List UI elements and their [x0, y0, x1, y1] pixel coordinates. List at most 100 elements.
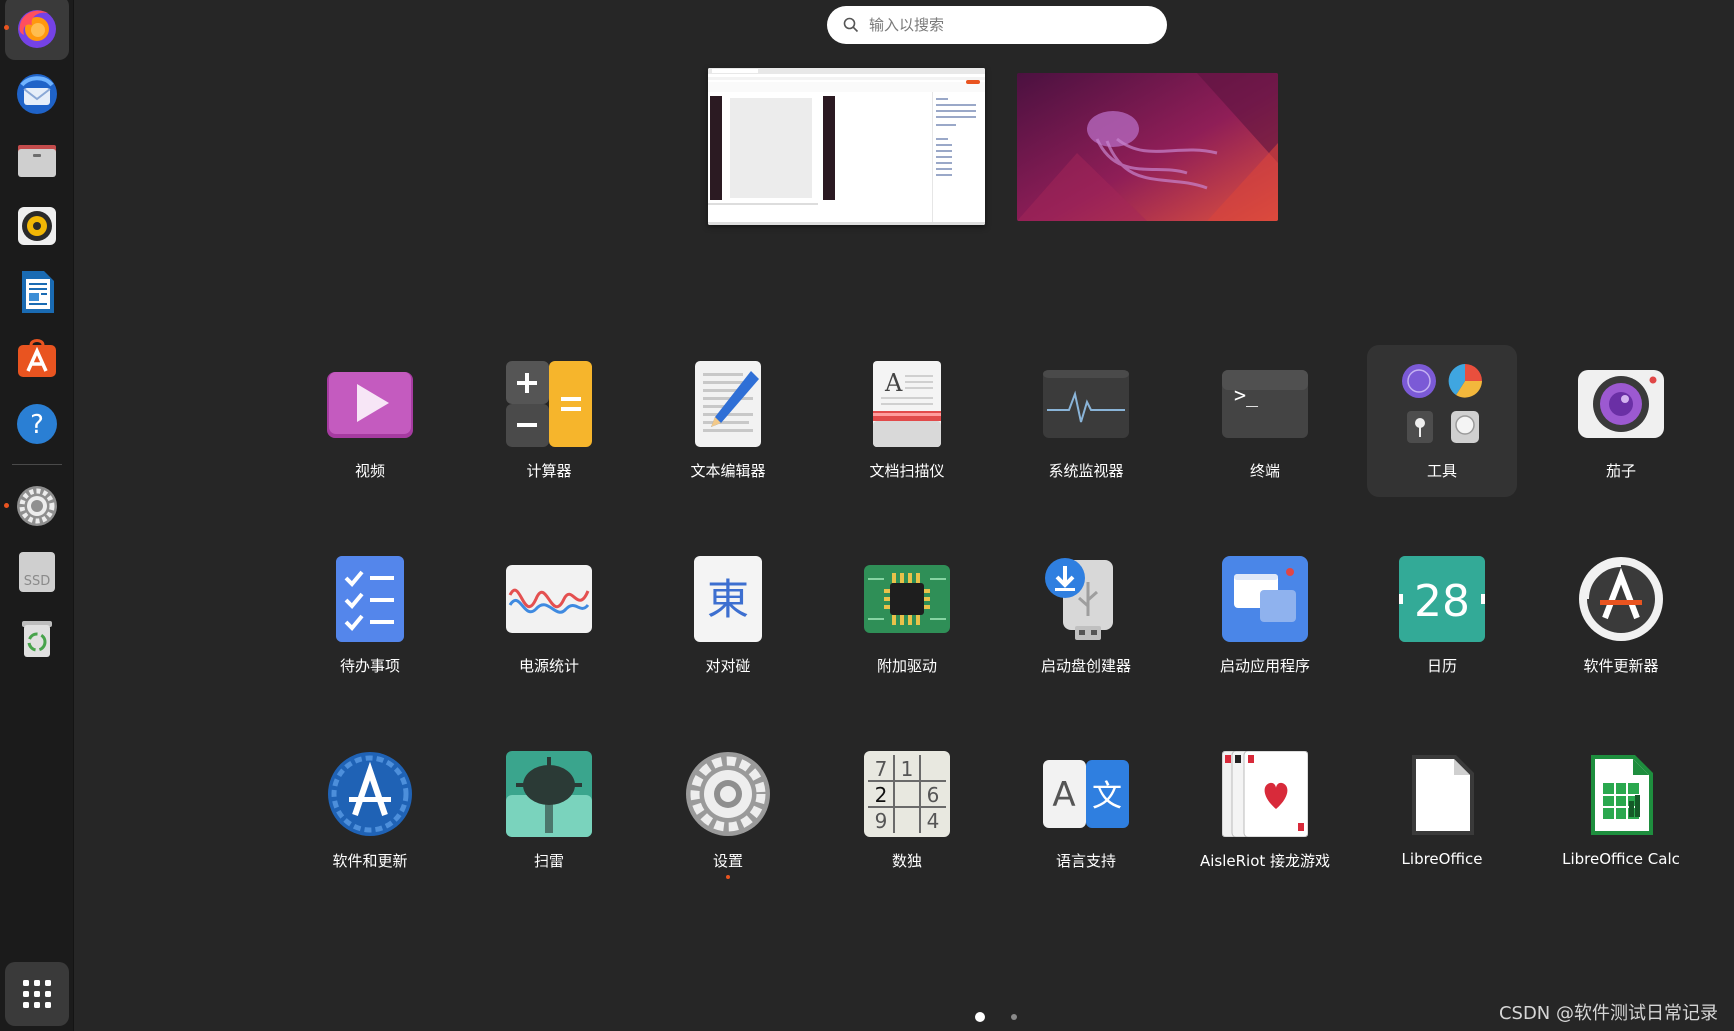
app-label: 工具 [1426, 462, 1457, 480]
search-input[interactable] [869, 16, 1149, 34]
page-indicator-2[interactable] [1011, 1014, 1017, 1020]
todo-checklist-icon [336, 556, 404, 642]
app-videos[interactable]: 视频 [295, 345, 445, 497]
app-label: 茄子 [1605, 462, 1636, 480]
aisleriot-cards-icon [1222, 751, 1308, 837]
svg-text:>_: >_ [1234, 383, 1259, 407]
app-label: 计算器 [526, 462, 572, 480]
dock-item-firefox[interactable] [4, 0, 69, 60]
app-mines[interactable]: 扫雷 [474, 735, 624, 887]
app-aisleriot[interactable]: AisleRiot 接龙游戏 [1190, 735, 1340, 887]
app-label: 文本编辑器 [690, 462, 766, 480]
dock-item-writer[interactable] [5, 260, 69, 324]
svg-text:A: A [1052, 775, 1075, 815]
browser-window-thumbnail [708, 68, 985, 225]
dock-item-rhythmbox[interactable] [5, 194, 69, 258]
software-updater-icon [1579, 557, 1663, 641]
dock-item-ssd[interactable]: SSD [5, 540, 69, 604]
app-label: 视频 [354, 462, 385, 480]
terminal-icon: >_ [1222, 370, 1308, 438]
app-calendar[interactable]: 28 日历 [1367, 540, 1517, 692]
app-folder-tools[interactable]: 工具 [1367, 345, 1517, 497]
app-label: 扫雷 [533, 852, 564, 870]
app-libreoffice[interactable]: LibreOffice [1367, 735, 1517, 887]
svg-text:6: 6 [927, 783, 940, 807]
app-label: 待办事项 [339, 657, 400, 675]
settings-gear-icon [17, 486, 57, 526]
app-label: LibreOffice Calc [1562, 850, 1680, 868]
svg-text:4: 4 [927, 809, 940, 833]
svg-text:7: 7 [875, 757, 888, 781]
wallpaper-jellyfish-thumbnail [1017, 73, 1278, 221]
libreoffice-calc-icon [1591, 755, 1653, 835]
app-label: 对对碰 [705, 657, 751, 675]
app-label: 系统监视器 [1048, 462, 1124, 480]
search-bar[interactable] [827, 6, 1167, 44]
watermark: CSDN @软件测试日常记录 [1498, 1003, 1718, 1024]
app-calculator[interactable]: 计算器 [474, 345, 624, 497]
app-language-support[interactable]: A 文 语言支持 [1011, 735, 1161, 887]
dock-item-trash[interactable] [5, 606, 69, 670]
system-monitor-icon [1043, 370, 1129, 438]
mines-icon [506, 751, 592, 837]
app-settings[interactable]: 设置 [653, 735, 803, 887]
app-system-monitor[interactable]: 系统监视器 [1011, 345, 1161, 497]
app-sudoku[interactable]: 7 1 2 6 9 4 数独 [832, 735, 982, 887]
dock: ? SSD [0, 0, 74, 1031]
dock-item-thunderbird[interactable] [5, 62, 69, 126]
app-label: 软件更新器 [1583, 657, 1659, 675]
app-power-statistics[interactable]: 电源统计 [474, 540, 624, 692]
app-document-scanner[interactable]: A 文档扫描仪 [832, 345, 982, 497]
tools-folder-icon [1402, 364, 1482, 443]
app-cheese[interactable]: 茄子 [1546, 345, 1696, 497]
dock-item-files[interactable] [5, 128, 69, 192]
app-startup-applications[interactable]: 启动应用程序 [1190, 540, 1340, 692]
app-overview: ? SSD 输入以搜索 视频 计算器 文本编辑器 A 文档扫描仪 系统监视器 >… [0, 0, 1734, 1031]
app-usb-creator[interactable]: 启动盘创建器 [1011, 540, 1161, 692]
firefox-icon [18, 10, 56, 48]
app-label: 文档扫描仪 [869, 462, 945, 480]
power-statistics-icon [506, 565, 592, 633]
app-libreoffice-calc[interactable]: LibreOffice Calc [1546, 735, 1696, 887]
app-label: 软件和更新 [332, 852, 408, 870]
writer-document-icon [22, 271, 54, 313]
text-editor-icon [695, 361, 761, 447]
app-label: 语言支持 [1055, 852, 1116, 870]
workspace-thumbnail-1[interactable] [708, 68, 985, 225]
rhythmbox-speaker-icon [18, 207, 56, 245]
app-text-editor[interactable]: 文本编辑器 [653, 345, 803, 497]
app-label: 电源统计 [518, 657, 579, 675]
cheese-camera-icon [1578, 370, 1664, 438]
app-label: 启动应用程序 [1219, 657, 1310, 675]
startup-apps-icon [1222, 556, 1308, 642]
dock-item-settings[interactable] [4, 474, 69, 538]
running-indicator [726, 875, 730, 879]
svg-text:文: 文 [1092, 779, 1122, 814]
dock-separator [12, 464, 62, 465]
software-properties-icon [328, 752, 412, 836]
calendar-icon: 28 [1399, 556, 1485, 642]
language-support-icon: A 文 [1043, 760, 1129, 828]
app-additional-drivers[interactable]: 附加驱动 [832, 540, 982, 692]
app-software-properties[interactable]: 软件和更新 [295, 735, 445, 887]
dock-item-help[interactable]: ? [5, 392, 69, 456]
page-indicator-1[interactable] [975, 1012, 985, 1022]
app-terminal[interactable]: >_ 终端 [1190, 345, 1340, 497]
dock-item-show-apps[interactable] [5, 962, 69, 1026]
app-software-updater[interactable]: 软件更新器 [1546, 540, 1696, 692]
calculator-icon [506, 361, 592, 447]
chip-driver-icon [864, 565, 950, 633]
app-todo[interactable]: 待办事项 [295, 540, 445, 692]
video-play-icon [327, 372, 413, 438]
mahjongg-tile-icon: 東 [694, 556, 762, 642]
app-mahjongg[interactable]: 東 对对碰 [653, 540, 803, 692]
svg-text:?: ? [30, 410, 44, 440]
running-indicator [4, 503, 9, 508]
workspace-thumbnail-2[interactable] [1017, 73, 1278, 221]
app-grid-icon [23, 980, 51, 1008]
dock-item-app-center[interactable] [5, 326, 69, 390]
usb-creator-icon [1045, 558, 1113, 640]
sudoku-icon: 7 1 2 6 9 4 [864, 751, 950, 837]
svg-text:2: 2 [875, 783, 888, 807]
settings-icon [686, 752, 770, 836]
